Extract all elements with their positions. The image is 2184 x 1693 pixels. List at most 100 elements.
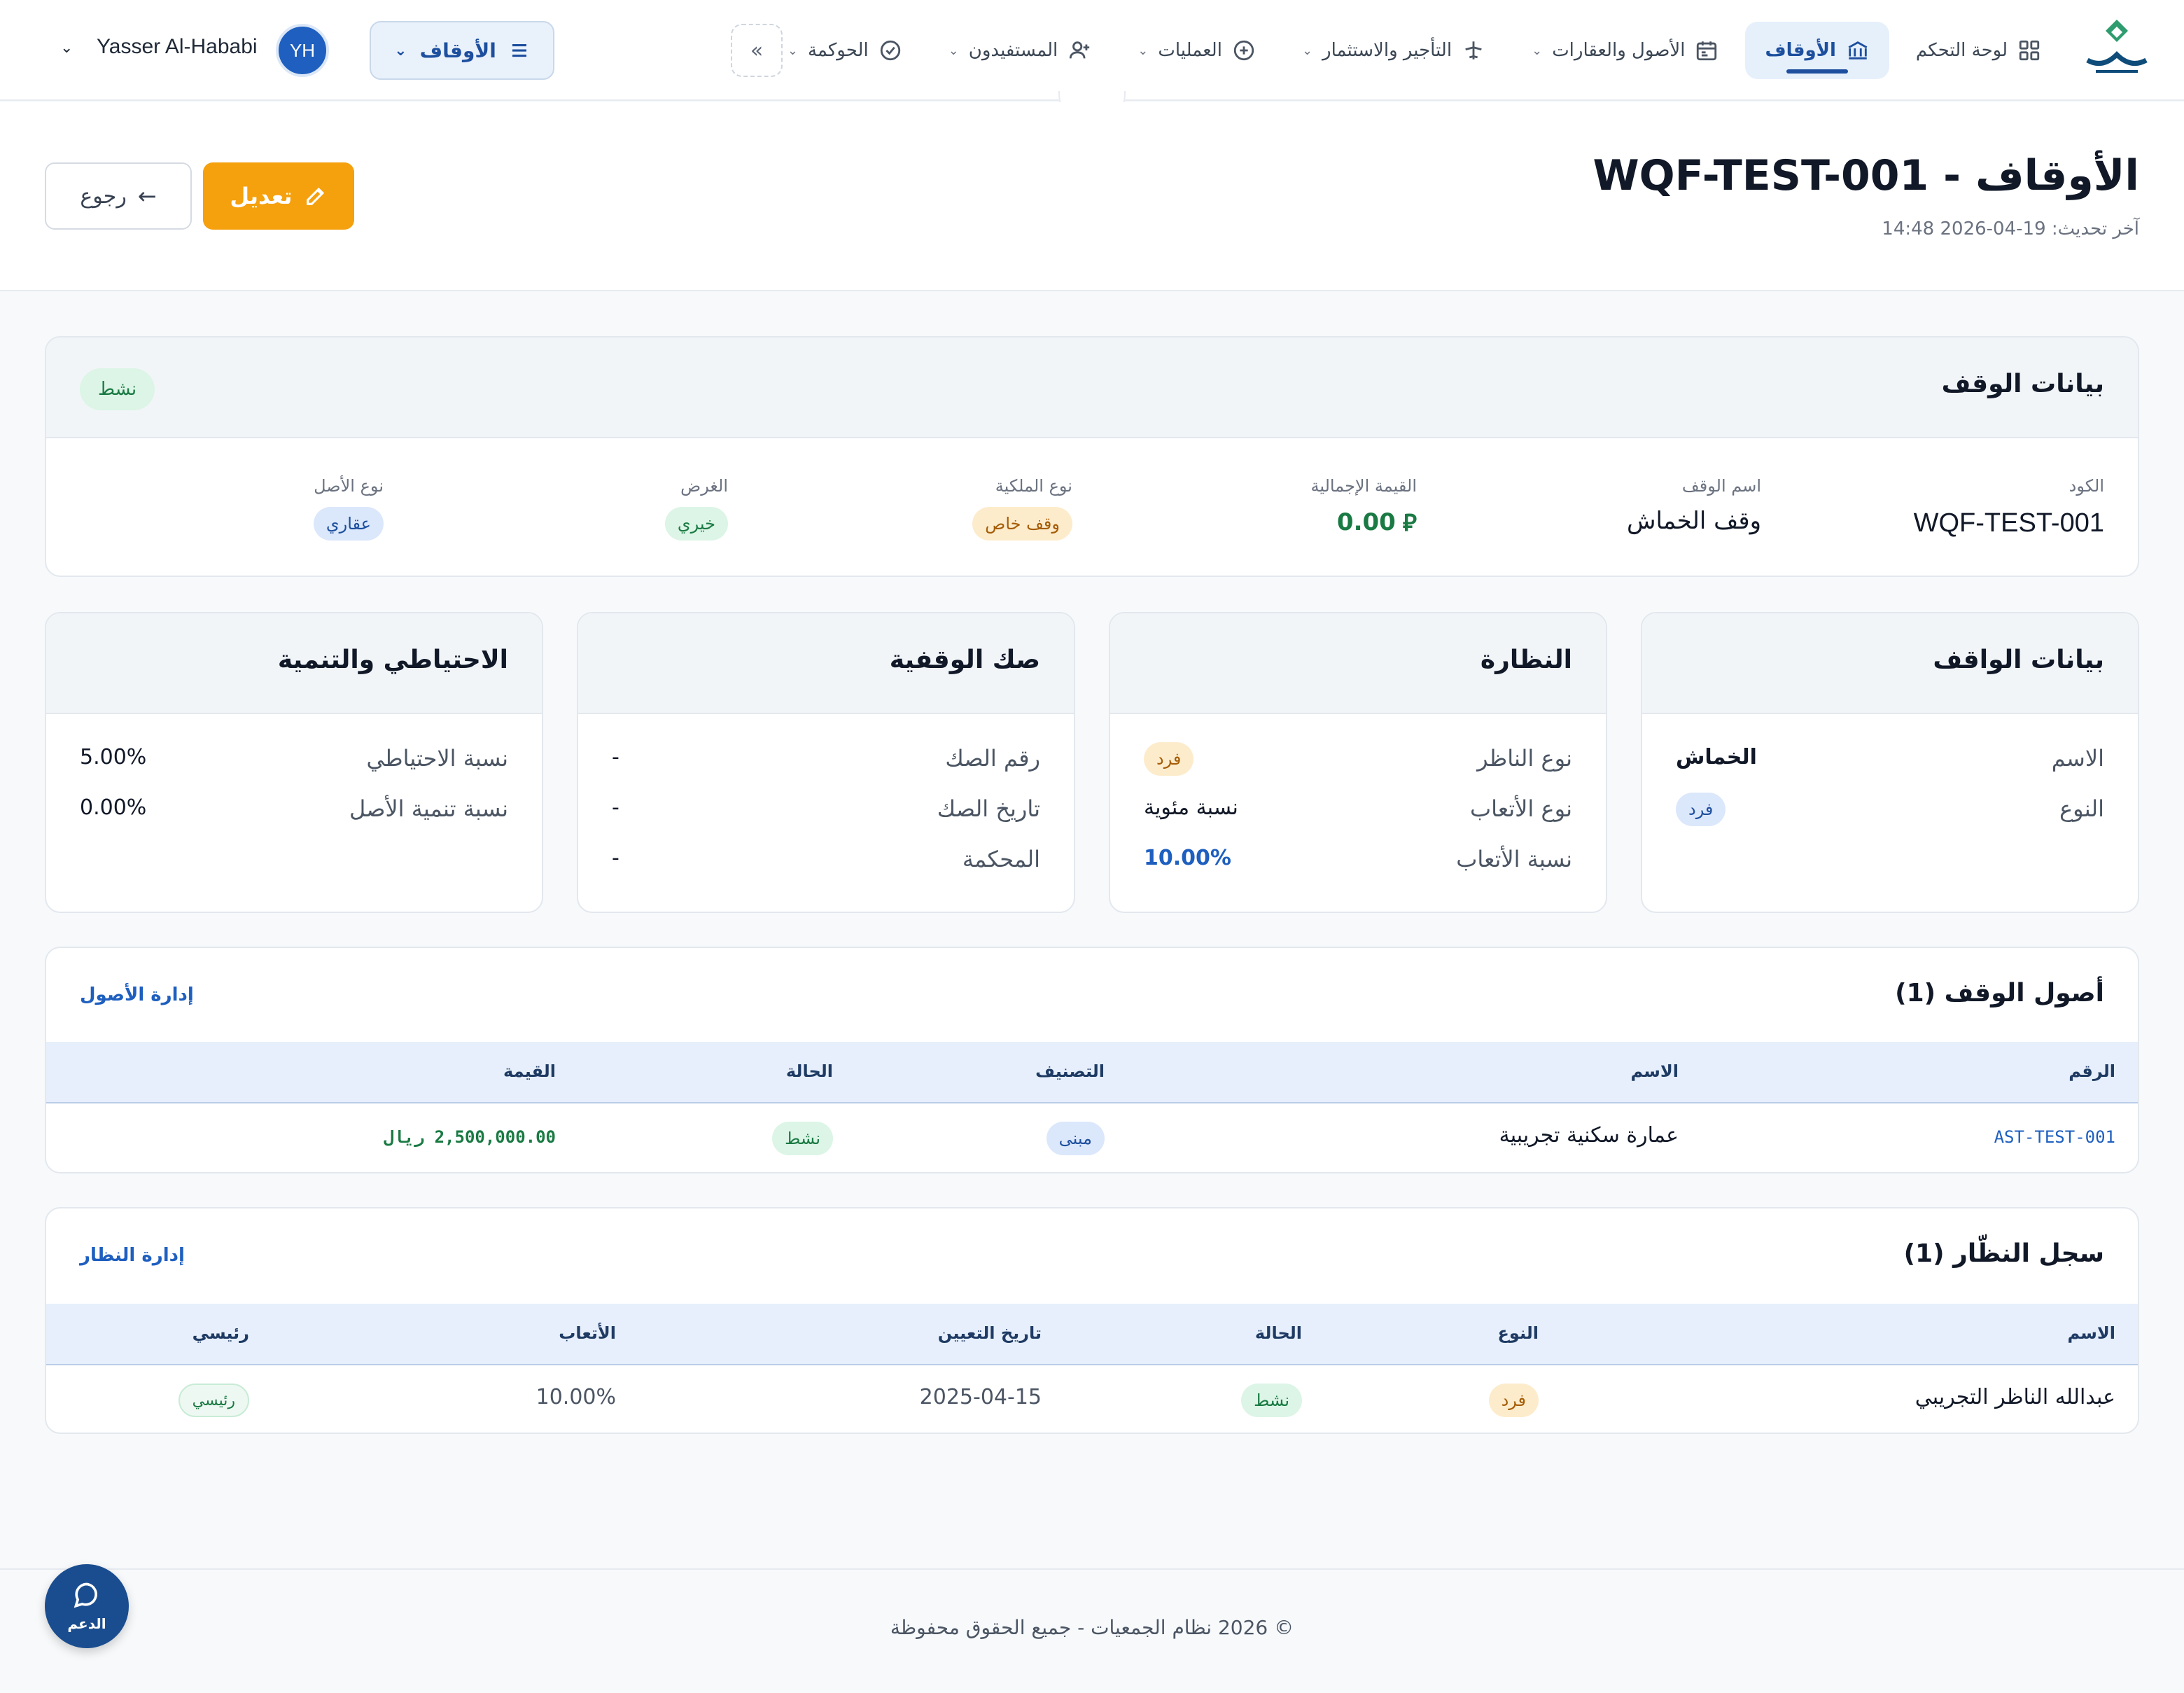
asset-status-badge: نشط [772, 1122, 833, 1155]
nav-assets[interactable]: الأصول والعقارات ⌄ [1512, 22, 1738, 79]
nav-label: المستفيدون [968, 40, 1058, 61]
court-label: المحكمة [962, 846, 1040, 872]
card-header: أصول الوقف (1) إدارة الأصول [46, 948, 2138, 1042]
supervisor-type-badge: فرد [1488, 1384, 1539, 1417]
waqf-info-card: بيانات الوقف نشط الكود WQF-TEST-001 اسم … [45, 336, 2139, 577]
nav-operations[interactable]: العمليات ⌄ [1118, 22, 1275, 79]
name-label: اسم الوقف [1681, 476, 1761, 496]
page-title: الأوقاف - WQF-TEST-001 [1592, 151, 2139, 200]
column-header[interactable]: القيمة [503, 1061, 556, 1081]
card-title: سجل النظّار (1) [1903, 1239, 2104, 1268]
card-title: النظارة [1480, 646, 1572, 674]
chevron-down-icon[interactable]: ⌄ [60, 39, 73, 57]
reserve-card: الاحتياطي والتنمية نسبة الاحتياطي 5.00% … [45, 612, 543, 913]
avatar[interactable]: YH [276, 24, 329, 77]
appointment-date: 2025-04-15 [919, 1385, 1042, 1409]
card-title: أصول الوقف (1) [1895, 979, 2104, 1008]
bank-icon [1848, 41, 1868, 60]
plane-icon [1465, 41, 1482, 60]
column-header[interactable]: الحالة [786, 1061, 833, 1081]
card-title: بيانات الوقف [1941, 370, 2104, 398]
court: - [612, 846, 620, 870]
back-button[interactable]: ← رجوع [45, 162, 192, 230]
supervisors-card: سجل النظّار (1) إدارة النظار الاسم النوع… [45, 1207, 2139, 1434]
support-label: الدعم [67, 1615, 106, 1632]
column-header[interactable]: رئيسي [192, 1323, 249, 1343]
column-header[interactable]: التصنيف [1035, 1061, 1105, 1081]
chevron-down-icon: ⌄ [948, 43, 959, 58]
module-select-label: الأوقاف [419, 39, 496, 62]
asset-value: 2,500,000.00 ريال [384, 1127, 556, 1147]
fees-rate: 10.00% [1144, 846, 1231, 870]
card-header: سجل النظّار (1) إدارة النظار [46, 1208, 2138, 1304]
asset-type-label: نوع الأصل [314, 476, 384, 496]
founder-type-label: النوع [2059, 795, 2104, 822]
footer: © 2026 نظام الجمعيات - جميع الحقوق محفوظ… [0, 1568, 2184, 1693]
supervisor-name: عبدالله الناظر التجريبي [1914, 1385, 2115, 1409]
support-button[interactable]: الدعم [45, 1564, 129, 1648]
module-select[interactable]: الأوقاف ⌄ [370, 21, 554, 80]
card-header: النظارة [1110, 613, 1606, 714]
edit-icon [306, 187, 324, 205]
growth-rate-label: نسبة تنمية الأصل [349, 795, 508, 822]
supervisor-type-label: نوع الناظر [1477, 745, 1572, 772]
column-header[interactable]: النوع [1498, 1323, 1539, 1343]
column-header[interactable]: تاريخ التعيين [938, 1323, 1042, 1343]
column-header[interactable]: الرقم [2068, 1061, 2115, 1081]
deed-number: - [612, 745, 620, 769]
user-name[interactable]: Yasser Al-Hababi [97, 35, 258, 59]
asset-code-link[interactable]: AST-TEST-001 [1994, 1127, 2115, 1147]
total-value-label: القيمة الإجمالية [1310, 476, 1417, 496]
founder-type-badge: فرد [1676, 793, 1726, 826]
expand-nav-button[interactable]: « [731, 24, 783, 77]
founder-name: الخماش [1676, 745, 1757, 769]
column-header[interactable]: الاسم [2067, 1323, 2115, 1343]
brand-logo[interactable] [2082, 18, 2152, 81]
top-navbar: لوحة التحكم الأوقاف الأصول والعقارات ⌄ ا… [0, 0, 2184, 101]
founder-name-label: الاسم [2051, 745, 2104, 772]
table-header: الاسم النوع الحالة تاريخ التعيين الأتعاب… [46, 1304, 2138, 1365]
nav-label: الأصول والعقارات [1552, 40, 1686, 61]
last-updated: آخر تحديث: 19-04-2026 14:48 [1882, 218, 2139, 239]
fees-rate-label: نسبة الأتعاب [1456, 846, 1572, 872]
card-title: بيانات الواقف [1933, 646, 2104, 674]
nav-beneficiaries[interactable]: المستفيدون ⌄ [929, 22, 1112, 79]
chevron-down-icon: ⌄ [1138, 43, 1149, 58]
nav-awqaf[interactable]: الأوقاف [1745, 22, 1889, 79]
deed-date-label: تاريخ الصك [937, 795, 1040, 822]
column-header[interactable]: الحالة [1255, 1323, 1302, 1343]
supervision-card: النظارة نوع الناظر فرد نوع الأتعاب نسبة … [1109, 612, 1607, 913]
chevron-down-icon: ⌄ [1301, 43, 1313, 58]
manage-supervisors-link[interactable]: إدارة النظار [80, 1245, 185, 1266]
nav-label: العمليات [1158, 40, 1222, 61]
arrow-left-icon: ← [137, 183, 157, 209]
nav-label: الحوكمة [807, 40, 869, 61]
supervisor-fees: 10.00% [536, 1385, 616, 1409]
nav-governance[interactable]: الحوكمة ⌄ [768, 22, 922, 79]
nav-leasing[interactable]: التأجير والاستثمار ⌄ [1282, 22, 1505, 79]
card-header: الاحتياطي والتنمية [46, 613, 542, 714]
ownership-badge: وقف خاص [972, 507, 1072, 541]
asset-category-badge: مبنى [1046, 1122, 1105, 1155]
card-header: صك الوقفية [578, 613, 1074, 714]
status-badge: نشط [80, 368, 155, 410]
purpose-badge: خيري [664, 507, 728, 541]
column-header[interactable]: الأتعاب [559, 1323, 616, 1343]
table-row[interactable]: عبدالله الناظر التجريبي فرد نشط 2025-04-… [46, 1367, 2138, 1433]
chevron-down-icon: ⌄ [1532, 43, 1543, 58]
nav-dashboard[interactable]: لوحة التحكم [1896, 22, 2061, 79]
table-row[interactable]: AST-TEST-001 عمارة سكنية تجريبية مبنى نش… [46, 1105, 2138, 1172]
manage-assets-link[interactable]: إدارة الأصول [80, 984, 194, 1005]
primary-badge: رئيسي [178, 1384, 249, 1417]
total-value-amount: 0.00 [1336, 508, 1396, 536]
column-header[interactable]: الاسم [1630, 1061, 1679, 1081]
copyright-text: © 2026 نظام الجمعيات - جميع الحقوق محفوظ… [890, 1616, 1294, 1639]
plus-circle-icon [1233, 40, 1254, 61]
edit-button[interactable]: تعديل [203, 162, 354, 230]
page-header: الأوقاف - WQF-TEST-001 آخر تحديث: 19-04-… [0, 102, 2184, 291]
chat-icon [74, 1582, 97, 1608]
card-header: بيانات الواقف [1642, 613, 2138, 714]
currency-icon: ⃁ [1402, 509, 1417, 537]
assets-card: أصول الوقف (1) إدارة الأصول الرقم الاسم … [45, 947, 2139, 1173]
growth-rate: 0.00% [80, 795, 147, 820]
